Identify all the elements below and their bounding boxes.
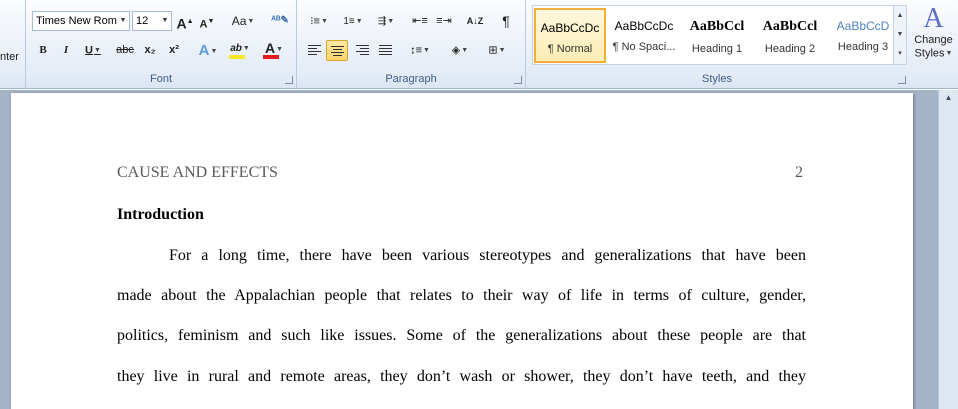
chevron-down-icon[interactable]: ▼ <box>159 12 171 30</box>
bold-button[interactable]: B <box>34 40 52 61</box>
section-heading: Introduction <box>117 206 204 223</box>
shading-button[interactable]: ◈▼ <box>445 40 475 61</box>
font-group-label: Font <box>149 73 172 85</box>
numbered-list-icon: 1≡ <box>343 16 355 28</box>
align-center-button[interactable] <box>326 40 348 61</box>
page-number: 2 <box>795 164 803 181</box>
font-color-swatch <box>263 55 279 59</box>
decrease-indent-icon: ⇤≡ <box>412 15 428 27</box>
eraser-icon: ᴬᴮ✎ <box>271 15 289 26</box>
numbering-button[interactable]: 1≡▼ <box>338 11 368 32</box>
grow-font-button[interactable]: A▲ <box>176 11 194 32</box>
font-color-button[interactable]: A▼ <box>260 38 288 59</box>
align-right-icon <box>355 43 369 57</box>
superscript-button[interactable]: x² <box>164 40 184 61</box>
align-center-icon <box>330 44 344 58</box>
styles-dialog-launcher[interactable] <box>898 76 906 84</box>
decrease-indent-button[interactable]: ⇤≡ <box>410 11 430 32</box>
borders-button[interactable]: ⊞▼ <box>482 40 512 61</box>
format-painter-label[interactable]: nter <box>0 51 19 63</box>
scroll-up-arrow-icon[interactable]: ▲ <box>939 90 958 106</box>
highlighter-icon: ab <box>230 43 242 55</box>
vertical-scrollbar[interactable]: ▲ <box>938 90 958 409</box>
styles-group-label: Styles <box>702 73 732 85</box>
font-name-combo[interactable]: Times New Rom ▼ <box>32 11 130 31</box>
increase-indent-button[interactable]: ≡⇥ <box>434 11 454 32</box>
bullets-button[interactable]: ⁝≡▼ <box>304 11 334 32</box>
align-right-button[interactable] <box>352 40 372 61</box>
body-line: politics, feminism and such like issues.… <box>117 327 806 344</box>
font-name-value: Times New Rom <box>36 15 117 27</box>
highlight-color-swatch <box>229 55 245 59</box>
multilevel-list-button[interactable]: ⇶▼ <box>372 11 400 32</box>
body-line: they live in rural and remote areas, the… <box>117 368 806 385</box>
align-left-button[interactable] <box>304 40 324 61</box>
line-spacing-icon: ↕≡ <box>410 44 422 57</box>
font-size-value: 12 <box>136 15 149 27</box>
change-styles-button[interactable]: A Change Styles▼ <box>911 4 956 72</box>
clear-formatting-button[interactable]: ᴬᴮ✎ <box>270 10 290 31</box>
style-normal[interactable]: AaBbCcDc ¶ Normal <box>534 8 606 63</box>
font-size-combo[interactable]: 12 ▼ <box>132 11 172 31</box>
highlight-button[interactable]: ab▼ <box>226 38 254 59</box>
gallery-scroll[interactable]: ▲ ▼ ▾ <box>893 6 906 64</box>
text-effects-button[interactable]: A▼ <box>196 40 220 61</box>
body-line: For a long time, there have been various… <box>169 247 806 264</box>
change-styles-icon: A <box>923 3 944 34</box>
clipboard-group: nter <box>0 0 26 89</box>
document-area: CAUSE AND EFFECTS 2 Introduction For a l… <box>0 90 958 409</box>
paint-bucket-icon: ◈ <box>451 44 461 57</box>
style-heading-2[interactable]: AaBbCcl Heading 2 <box>754 8 826 63</box>
font-group: Times New Rom ▼ 12 ▼ A▲ A▼ Aa▼ ᴬᴮ✎ B I U… <box>26 0 297 89</box>
font-dialog-launcher[interactable] <box>285 76 293 84</box>
chevron-down-icon[interactable]: ▼ <box>117 12 129 30</box>
align-left-icon <box>307 43 321 57</box>
show-formatting-button[interactable]: ¶ <box>497 11 515 32</box>
justify-button[interactable] <box>375 40 395 61</box>
change-case-button[interactable]: Aa▼ <box>229 11 257 32</box>
bullet-list-icon: ⁝≡ <box>310 15 320 28</box>
style-no-spacing[interactable]: AaBbCcDc ¶ No Spaci... <box>608 8 680 63</box>
styles-gallery: AaBbCcDc ¶ Normal AaBbCcDc ¶ No Spaci...… <box>532 5 907 65</box>
sort-icon: A↓Z <box>466 16 484 26</box>
border-icon: ⊞ <box>488 44 498 57</box>
subscript-button[interactable]: x₂ <box>140 40 160 61</box>
line-spacing-button[interactable]: ↕≡▼ <box>405 40 435 61</box>
italic-button[interactable]: I <box>57 40 75 61</box>
document-page[interactable]: CAUSE AND EFFECTS 2 Introduction For a l… <box>11 93 913 409</box>
increase-indent-icon: ≡⇥ <box>436 15 452 27</box>
shrink-font-button[interactable]: A▼ <box>198 11 216 32</box>
ribbon: nter Times New Rom ▼ 12 ▼ A▲ A▼ Aa▼ ᴬᴮ✎ … <box>0 0 958 89</box>
paragraph-group: ⁝≡▼ 1≡▼ ⇶▼ ⇤≡ ≡⇥ A↓Z ¶ ↕≡▼ ◈▼ ⊞▼ Paragra… <box>297 0 526 89</box>
paragraph-group-label: Paragraph <box>385 73 437 85</box>
page-header-title: CAUSE AND EFFECTS <box>117 164 278 181</box>
justify-icon <box>378 43 392 57</box>
font-color-icon: A <box>264 40 276 56</box>
paragraph-dialog-launcher[interactable] <box>514 76 522 84</box>
body-line: made about the Appalachian people that r… <box>117 287 806 304</box>
sort-button[interactable]: A↓Z <box>463 11 487 32</box>
strikethrough-button[interactable]: abc <box>113 40 137 61</box>
underline-button[interactable]: U▼ <box>81 40 105 61</box>
style-heading-3[interactable]: AaBbCcD Heading 3 <box>827 8 899 63</box>
multilevel-list-icon: ⇶ <box>377 16 387 28</box>
style-heading-1[interactable]: AaBbCcl Heading 1 <box>681 8 753 63</box>
